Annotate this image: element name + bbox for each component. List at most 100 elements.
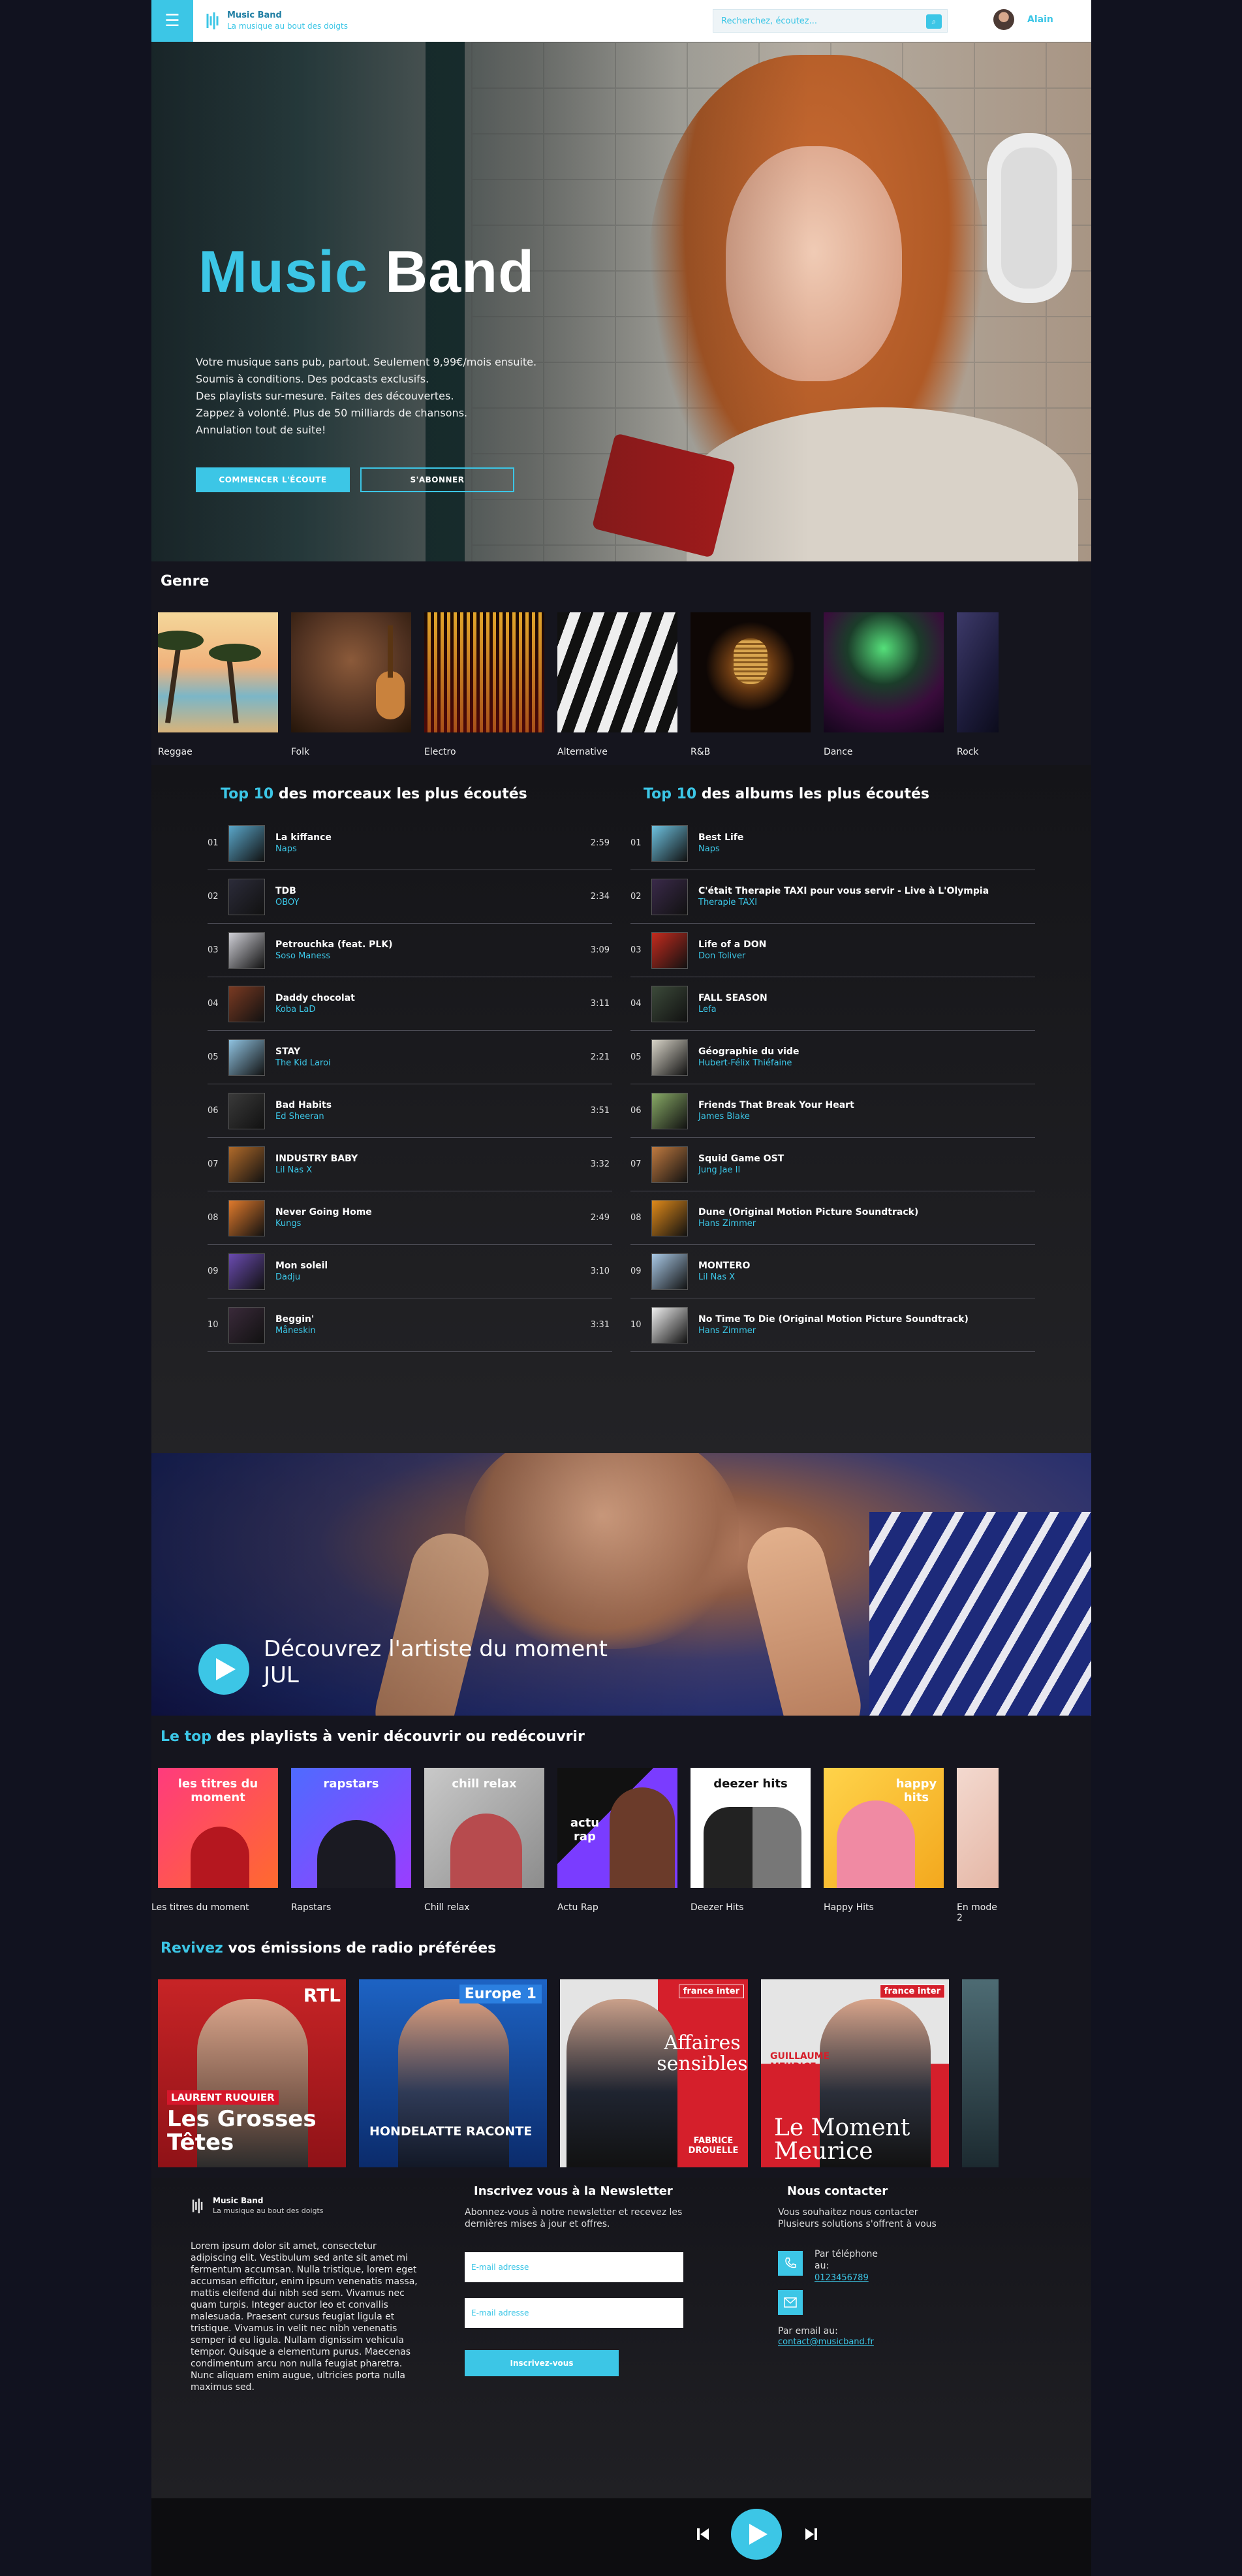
album-row[interactable]: 07 Squid Game OST Jung Jae Il xyxy=(630,1138,1035,1191)
play-icon[interactable] xyxy=(731,2509,782,2560)
genre-image[interactable] xyxy=(824,612,944,732)
playlist-label[interactable]: En mode 2 xyxy=(957,1902,999,1923)
cover-image[interactable] xyxy=(228,1039,265,1076)
track-row[interactable]: 07 INDUSTRY BABY Lil Nas X 3:32 xyxy=(208,1138,612,1191)
track-row[interactable]: 04 Daddy chocolat Koba LaD 3:11 xyxy=(208,977,612,1031)
cover-image[interactable] xyxy=(651,825,688,862)
album-title[interactable]: FALL SEASON xyxy=(698,993,768,1003)
playlist-cover[interactable]: deezer hits xyxy=(691,1768,811,1888)
track-row[interactable]: 01 La kiffance Naps 2:59 xyxy=(208,817,612,870)
artist-name[interactable]: Don Toliver xyxy=(698,951,766,961)
genre-card-rnb[interactable]: R&B xyxy=(691,612,811,757)
genre-image[interactable] xyxy=(557,612,677,732)
artist-name[interactable]: Hans Zimmer xyxy=(698,1219,918,1229)
playlist-card[interactable]: actu rap Actu Rap xyxy=(557,1768,677,1923)
cover-image[interactable] xyxy=(228,1092,265,1129)
playlist-label[interactable]: Rapstars xyxy=(291,1902,411,1913)
track-title[interactable]: TDB xyxy=(275,886,299,896)
playlist-cover[interactable]: chill relax xyxy=(424,1768,544,1888)
cover-image[interactable] xyxy=(651,1039,688,1076)
subscribe-button[interactable]: S'ABONNER xyxy=(360,467,514,492)
start-listening-button[interactable]: COMMENCER L'ÉCOUTE xyxy=(196,467,350,492)
radio-card[interactable]: france inter GUILLAUME MEURICE Le Moment… xyxy=(761,1979,949,2167)
phone-link[interactable]: 0123456789 xyxy=(815,2273,869,2283)
artist-name[interactable]: Jung Jae Il xyxy=(698,1165,784,1175)
radio-card[interactable] xyxy=(962,1979,999,2167)
email-field[interactable] xyxy=(465,2252,683,2282)
track-title[interactable]: La kiffance xyxy=(275,832,332,843)
album-row[interactable]: 05 Géographie du vide Hubert-Félix Thiéfai… xyxy=(630,1031,1035,1084)
track-row[interactable]: 03 Petrouchka (feat. PLK) Soso Maness 3:09 xyxy=(208,924,612,977)
playlist-label[interactable]: Happy Hits xyxy=(824,1902,944,1913)
hamburger-icon[interactable]: ☰ xyxy=(151,0,193,42)
cover-image[interactable] xyxy=(228,878,265,915)
track-row[interactable]: 02 TDB OBOY 2:34 xyxy=(208,870,612,924)
artist-name[interactable]: Hans Zimmer xyxy=(698,1326,969,1336)
genre-label[interactable]: Electro xyxy=(424,747,544,757)
cover-image[interactable] xyxy=(228,1146,265,1183)
playlist-label[interactable]: Actu Rap xyxy=(557,1902,677,1913)
artist-name[interactable]: OBOY xyxy=(275,898,299,907)
album-row[interactable]: 10 No Time To Die (Original Motion Pictur… xyxy=(630,1298,1035,1352)
album-row[interactable]: 02 C'était Therapie TAXI pour vous servir… xyxy=(630,870,1035,924)
cover-image[interactable] xyxy=(651,1253,688,1290)
album-title[interactable]: Squid Game OST xyxy=(698,1154,784,1164)
track-title[interactable]: INDUSTRY BABY xyxy=(275,1154,358,1164)
album-title[interactable]: Best Life xyxy=(698,832,743,843)
genre-card-dance[interactable]: Dance xyxy=(824,612,944,757)
playlist-card[interactable]: happy hits Happy Hits xyxy=(824,1768,944,1923)
genre-image[interactable] xyxy=(957,612,999,732)
track-title[interactable]: Daddy chocolat xyxy=(275,993,355,1003)
artist-name[interactable]: Kungs xyxy=(275,1219,372,1229)
newsletter-submit-button[interactable]: Inscrivez-vous xyxy=(465,2350,619,2376)
album-title[interactable]: MONTERO xyxy=(698,1261,750,1271)
user-menu[interactable]: Alain xyxy=(993,9,1053,30)
cover-image[interactable] xyxy=(651,985,688,1022)
track-row[interactable]: 08 Never Going Home Kungs 2:49 xyxy=(208,1191,612,1245)
album-row[interactable]: 09 MONTERO Lil Nas X xyxy=(630,1245,1035,1298)
track-row[interactable]: 10 Beggin' Måneskin 3:31 xyxy=(208,1298,612,1352)
logo[interactable]: Music Band La musique au bout des doigts xyxy=(205,10,348,31)
cover-image[interactable] xyxy=(228,1253,265,1290)
genre-label[interactable]: Alternative xyxy=(557,747,677,757)
track-row[interactable]: 06 Bad Habits Ed Sheeran 3:51 xyxy=(208,1084,612,1138)
cover-image[interactable] xyxy=(651,1199,688,1236)
playlist-label[interactable]: Chill relax xyxy=(424,1902,544,1913)
playlist-label[interactable]: Les titres du moment xyxy=(151,1902,278,1913)
cover-image[interactable] xyxy=(228,1199,265,1236)
artist-name[interactable]: The Kid Laroi xyxy=(275,1058,331,1068)
artist-name[interactable]: Koba LaD xyxy=(275,1005,355,1014)
skip-previous-icon[interactable] xyxy=(693,2524,713,2544)
playlist-cover[interactable]: actu rap xyxy=(557,1768,677,1888)
artist-name[interactable]: Hubert-Félix Thiéfaine xyxy=(698,1058,799,1068)
album-title[interactable]: Dune (Original Motion Picture Soundtrack… xyxy=(698,1207,918,1217)
mail-icon[interactable] xyxy=(778,2290,803,2315)
radio-card[interactable]: RTL LAURENT RUQUIER Les Grosses Têtes xyxy=(158,1979,346,2167)
track-title[interactable]: Mon soleil xyxy=(275,1261,328,1271)
radio-card[interactable]: france inter Affaires sensibles FABRICE … xyxy=(560,1979,748,2167)
playlist-card[interactable]: chill relax Chill relax xyxy=(424,1768,544,1923)
album-row[interactable]: 01 Best Life Naps xyxy=(630,817,1035,870)
user-name[interactable]: Alain xyxy=(1027,14,1053,25)
artist-name[interactable]: Lefa xyxy=(698,1005,768,1014)
album-row[interactable]: 04 FALL SEASON Lefa xyxy=(630,977,1035,1031)
genre-card-folk[interactable]: Folk xyxy=(291,612,411,757)
avatar[interactable] xyxy=(993,9,1014,30)
artist-name[interactable]: Dadju xyxy=(275,1272,328,1282)
footer-logo[interactable]: Music Band La musique au bout des doigts xyxy=(191,2196,324,2216)
artist-name[interactable]: Lil Nas X xyxy=(275,1165,358,1175)
genre-label[interactable]: Folk xyxy=(291,747,411,757)
cover-image[interactable] xyxy=(651,878,688,915)
track-title[interactable]: Beggin' xyxy=(275,1314,316,1325)
cover-image[interactable] xyxy=(228,825,265,862)
playlist-card[interactable]: rapstars Rapstars xyxy=(291,1768,411,1923)
email-confirm-field[interactable] xyxy=(465,2298,683,2328)
skip-next-icon[interactable] xyxy=(801,2524,821,2544)
track-row[interactable]: 05 STAY The Kid Laroi 2:21 xyxy=(208,1031,612,1084)
featured-artist-banner[interactable]: Découvrez l'artiste du moment JUL xyxy=(151,1453,1091,1716)
play-icon[interactable] xyxy=(198,1644,249,1695)
cover-image[interactable] xyxy=(228,985,265,1022)
track-row[interactable]: 09 Mon soleil Dadju 3:10 xyxy=(208,1245,612,1298)
genre-label[interactable]: Reggae xyxy=(158,747,278,757)
genre-image[interactable] xyxy=(691,612,811,732)
